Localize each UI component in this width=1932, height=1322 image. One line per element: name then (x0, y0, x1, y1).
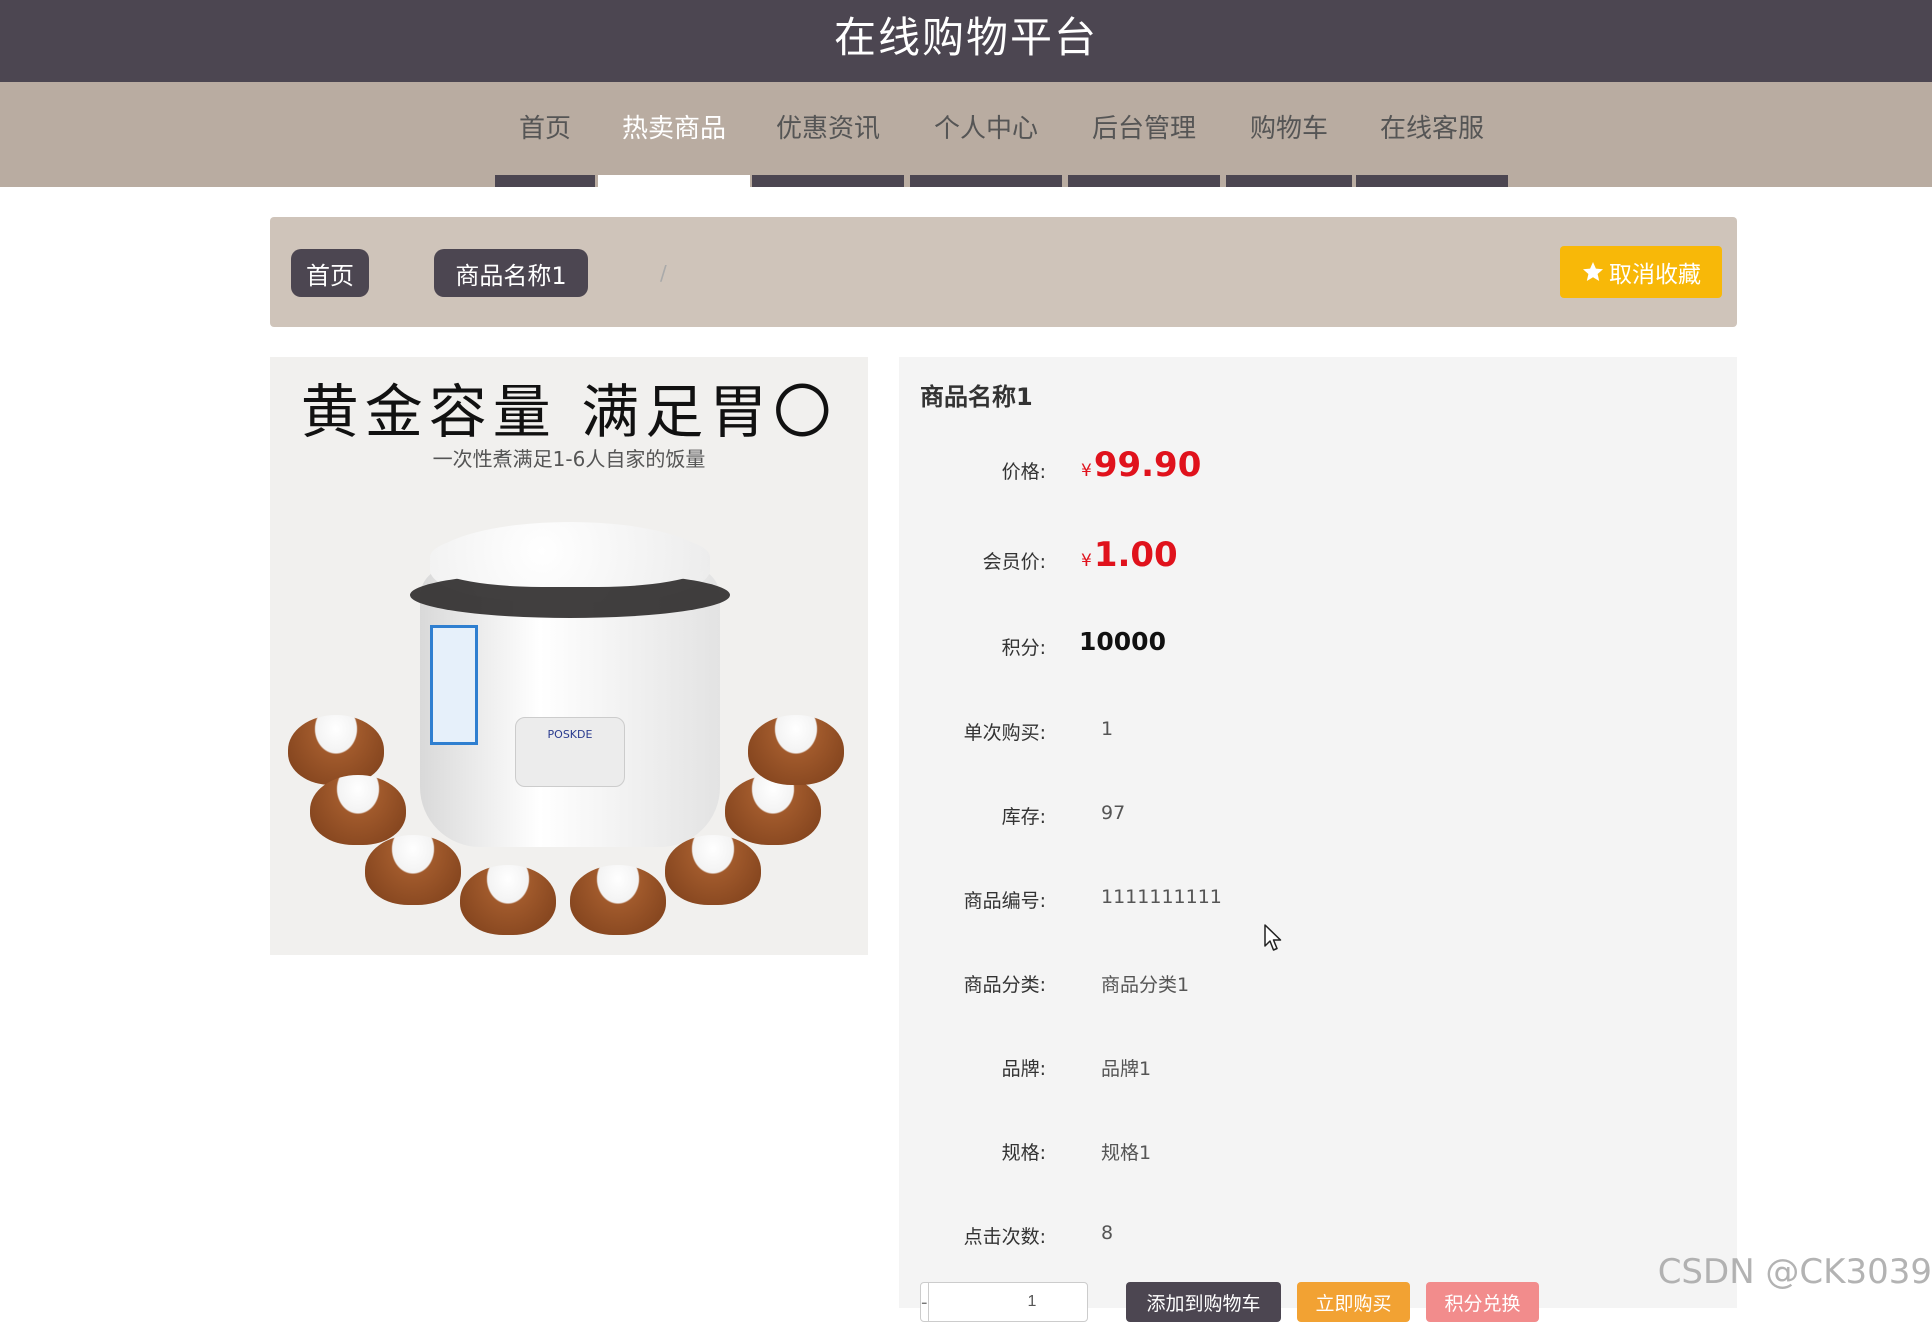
rice-cooker-label (430, 625, 478, 745)
rice-bowl (570, 865, 666, 935)
nav-item-label: 购物车 (1249, 114, 1328, 144)
single-buy-row: 单次购买: 1 (899, 718, 1737, 758)
brand-row: 品牌: 品牌1 (899, 1054, 1737, 1094)
nav-underline (910, 175, 1062, 187)
spec-label: 规格: (1001, 1142, 1046, 1164)
breadcrumb-current[interactable]: 商品名称1 (434, 249, 588, 297)
nav-item-label: 个人中心 (933, 114, 1038, 144)
nav-underline (1226, 175, 1352, 187)
rice-bowl (288, 715, 384, 785)
breadcrumb: 首页 / 商品名称1 取消收藏 (270, 217, 1737, 327)
category-label: 商品分类: (963, 974, 1046, 996)
category-value: 商品分类1 (1101, 974, 1190, 996)
add-to-cart-button[interactable]: 添加到购物车 (1126, 1282, 1281, 1322)
quantity-decrease-button[interactable]: - (921, 1283, 929, 1321)
product-image: 黄金容量 满足胃〇 一次性煮满足1-6人自家的饭量 POSKDE (270, 357, 868, 955)
stock-row: 库存: 97 (899, 802, 1737, 842)
price-row: 价格: ¥99.90 (899, 445, 1737, 497)
nav-item-label: 优惠资讯 (775, 114, 880, 144)
points-row: 积分: 10000 (899, 627, 1737, 673)
watermark: CSDN @CK3039 (1657, 1252, 1932, 1292)
breadcrumb-separator: / (660, 261, 667, 285)
buy-now-button[interactable]: 立即购买 (1297, 1282, 1410, 1322)
nav-item-customer-service[interactable]: 在线客服 (1356, 82, 1508, 187)
breadcrumb-home[interactable]: 首页 (291, 249, 369, 297)
nav-underline (495, 175, 595, 187)
clicks-label: 点击次数: (963, 1226, 1046, 1248)
clicks-row: 点击次数: 8 (899, 1222, 1737, 1262)
rice-cooker-panel: POSKDE (515, 717, 625, 787)
member-price-row: 会员价: ¥1.00 (899, 535, 1737, 587)
nav-item-home[interactable]: 首页 (495, 82, 595, 187)
nav-item-promotions[interactable]: 优惠资讯 (752, 82, 904, 187)
rice-bowl (460, 865, 556, 935)
points-label: 积分: (1001, 637, 1046, 659)
code-label: 商品编号: (963, 890, 1046, 912)
nav-item-label: 在线客服 (1379, 114, 1484, 144)
nav-underline (598, 175, 750, 187)
quantity-stepper: - + (920, 1282, 1152, 1322)
nav-underline (1356, 175, 1508, 187)
spec-value: 规格1 (1101, 1142, 1152, 1164)
unfavorite-button[interactable]: 取消收藏 (1560, 246, 1722, 298)
brand-value: 品牌1 (1101, 1058, 1152, 1080)
nav-underline (1068, 175, 1220, 187)
product-name: 商品名称1 (920, 383, 1033, 411)
clicks-value: 8 (1101, 1222, 1114, 1244)
rice-bowl (310, 775, 406, 845)
nav-item-hot-products[interactable]: 热卖商品 (598, 82, 750, 187)
points-exchange-button[interactable]: 积分兑换 (1426, 1282, 1539, 1322)
member-price-value: ¥1.00 (1081, 535, 1178, 575)
nav-item-label: 后台管理 (1091, 114, 1196, 144)
member-price-label: 会员价: (982, 551, 1046, 573)
code-row: 商品编号: 1111111111 (899, 886, 1737, 926)
nav-item-cart[interactable]: 购物车 (1226, 82, 1352, 187)
spec-row: 规格: 规格1 (899, 1138, 1737, 1178)
rice-bowl (748, 715, 844, 785)
rice-bowl (365, 835, 461, 905)
price-value: ¥99.90 (1081, 445, 1202, 485)
brand-label: 品牌: (1001, 1058, 1046, 1080)
star-icon (1583, 262, 1603, 281)
rice-bowl (665, 835, 761, 905)
rice-bowl (725, 775, 821, 845)
nav-item-label: 热卖商品 (621, 114, 726, 144)
unfavorite-label: 取消收藏 (1609, 262, 1701, 288)
site-header: 在线购物平台 (0, 0, 1932, 82)
site-title: 在线购物平台 (833, 12, 1098, 62)
stock-label: 库存: (1001, 806, 1046, 828)
single-buy-label: 单次购买: (963, 722, 1046, 744)
price-label: 价格: (1001, 461, 1046, 483)
category-row: 商品分类: 商品分类1 (899, 970, 1737, 1010)
nav-item-label: 首页 (518, 114, 571, 144)
mouse-cursor-icon (1264, 924, 1282, 951)
rice-top (430, 527, 710, 587)
stock-value: 97 (1101, 802, 1126, 824)
nav-item-personal-center[interactable]: 个人中心 (910, 82, 1062, 187)
code-value: 1111111111 (1101, 886, 1222, 908)
image-headline: 黄金容量 满足胃〇 (300, 378, 838, 446)
quantity-input[interactable] (928, 1283, 1136, 1321)
points-value: 10000 (1079, 627, 1166, 656)
brand-mark: POSKDE (547, 728, 593, 741)
main-nav: 首页 热卖商品 优惠资讯 个人中心 后台管理 购物车 在线客服 (0, 82, 1932, 187)
nav-item-admin[interactable]: 后台管理 (1068, 82, 1220, 187)
nav-underline (752, 175, 904, 187)
image-subline: 一次性煮满足1-6人自家的饭量 (432, 447, 706, 471)
product-info-panel: 商品名称1 价格: ¥99.90 会员价: ¥1.00 积分: 10000 单次… (899, 357, 1737, 1322)
single-buy-value: 1 (1101, 718, 1114, 740)
